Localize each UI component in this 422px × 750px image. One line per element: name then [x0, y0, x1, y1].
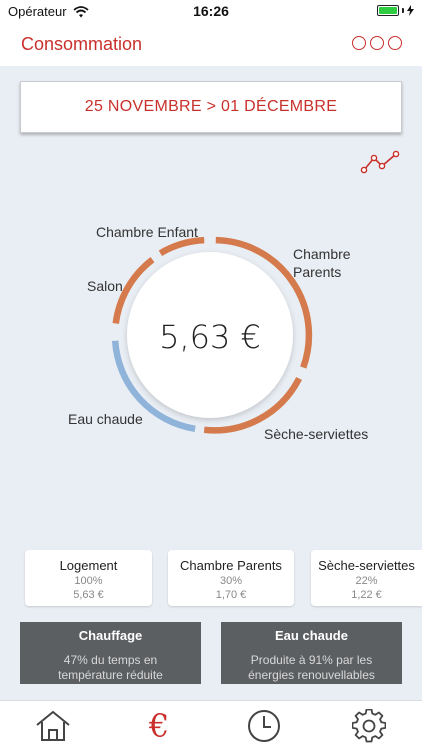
tab-consumption[interactable]: € [139, 707, 179, 745]
clock-icon [248, 710, 280, 742]
info-line-2: énergies renouvellables [248, 668, 375, 682]
card-value: 1,22 € [351, 589, 382, 601]
card-logement[interactable]: Logement 100% 5,63 € [25, 550, 152, 606]
label-chambre-parents-text: Chambre Parents [293, 246, 351, 280]
card-title: Sèche-serviettes [318, 558, 415, 573]
gear-icon [352, 709, 386, 743]
info-subtitle: Produite à 91% par les énergies renouvel… [221, 653, 402, 683]
summary-cards: Logement 100% 5,63 € Chambre Parents 30%… [0, 550, 422, 608]
card-seche-serviettes[interactable]: Sèche-serviettes 22% 1,22 € [311, 550, 422, 606]
euro-icon: € [148, 707, 170, 745]
info-subtitle: 47% du temps en température réduite [20, 653, 201, 683]
card-title: Chambre Parents [180, 558, 282, 573]
label-salon: Salon [87, 278, 123, 294]
nav-bar: Consommation [0, 22, 422, 66]
total-cost: 5,63 € [159, 318, 261, 356]
info-line-2: température réduite [58, 668, 163, 682]
label-chambre-parents: Chambre Parents [293, 245, 373, 281]
card-value: 1,70 € [215, 589, 247, 601]
tab-home[interactable] [33, 709, 73, 743]
period-selector[interactable]: 25 NOVEMBRE > 01 DÉCEMBRE [20, 81, 402, 133]
label-seche-serviettes: Sèche-serviettes [264, 426, 369, 442]
status-time: 16:26 [193, 3, 229, 19]
info-line-1: 47% du temps en [63, 653, 158, 667]
page-title: Consommation [21, 34, 143, 54]
dot-1 [352, 36, 366, 50]
tab-bar: € [0, 700, 422, 750]
tab-history[interactable] [244, 709, 284, 743]
info-line-1: Produite à 91% par les [250, 653, 373, 667]
card-title: Logement [59, 558, 118, 573]
dot-3 [388, 36, 402, 50]
info-eau-chaude[interactable]: Eau chaude Produite à 91% par les énergi… [221, 622, 402, 684]
dot-2 [370, 36, 384, 50]
card-percent: 22% [355, 575, 378, 587]
more-options-icon[interactable] [352, 36, 402, 50]
info-title: Chauffage [78, 628, 143, 643]
battery-icon [377, 5, 414, 16]
trend-line-icon[interactable] [360, 148, 402, 176]
charging-bolt-icon [407, 5, 414, 16]
donut-segment-chambre-enfant[interactable] [158, 236, 205, 257]
info-title: Eau chaude [275, 628, 348, 643]
info-chauffage[interactable]: Chauffage 47% du temps en température ré… [20, 622, 201, 684]
tab-settings[interactable] [349, 709, 389, 743]
period-label: 25 NOVEMBRE > 01 DÉCEMBRE [84, 98, 338, 115]
label-chambre-enfant: Chambre Enfant [96, 224, 198, 240]
card-value: 5,63 € [73, 589, 104, 601]
home-icon [36, 710, 70, 741]
card-percent: 30% [219, 575, 243, 587]
status-bar: Opérateur 16:26 [0, 0, 422, 22]
card-percent: 100% [74, 575, 103, 587]
label-eau-chaude: Eau chaude [68, 411, 143, 427]
card-chambre-parents[interactable]: Chambre Parents 30% 1,70 € [168, 550, 294, 606]
consumption-donut[interactable]: 5,63 € [105, 230, 315, 440]
